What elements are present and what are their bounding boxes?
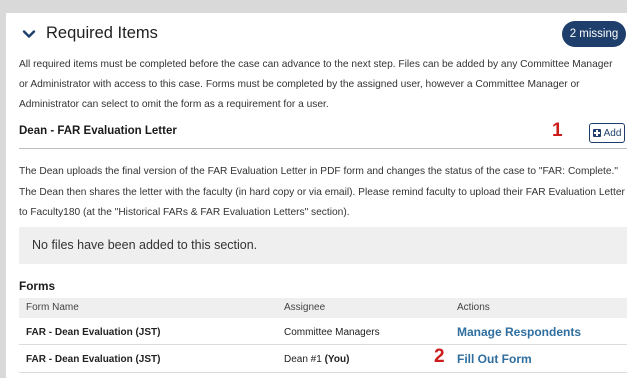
plus-square-icon xyxy=(592,129,601,137)
forms-table-header: Form Name Assignee Actions xyxy=(19,298,627,318)
step-marker-1: 1 xyxy=(552,120,563,141)
column-header-assignee: Assignee xyxy=(284,302,326,313)
section-title: Required Items xyxy=(46,24,158,42)
assignee: Dean #1 (You) xyxy=(284,354,349,365)
assignee: Committee Managers xyxy=(284,327,380,338)
row-divider xyxy=(19,372,627,373)
required-items-header[interactable]: Required Items 2 missing xyxy=(6,13,627,53)
required-items-description: All required items must be completed bef… xyxy=(19,59,613,110)
table-row: FAR - Dean Evaluation (JST) Committee Ma… xyxy=(19,318,627,344)
assignee-you-tag: (You) xyxy=(324,354,350,365)
empty-files-box: No files have been added to this section… xyxy=(19,227,627,264)
assignee-name: Dean #1 xyxy=(284,354,322,365)
empty-files-text: No files have been added to this section… xyxy=(32,238,258,252)
missing-badge: 2 missing xyxy=(562,21,626,47)
fill-out-form-link[interactable]: Fill Out Form xyxy=(457,352,532,366)
required-items-card: Required Items 2 missing All required it… xyxy=(6,13,627,378)
chevron-down-icon[interactable] xyxy=(21,26,37,42)
file-section-description: The Dean uploads the final version of th… xyxy=(19,166,625,218)
step-marker-2: 2 xyxy=(434,346,445,367)
file-section-title: Dean - FAR Evaluation Letter xyxy=(19,125,177,137)
forms-title: Forms xyxy=(19,279,56,293)
table-row: FAR - Dean Evaluation (JST) Dean #1 (You… xyxy=(19,344,627,370)
add-file-button[interactable]: Add xyxy=(589,123,625,143)
form-name: FAR - Dean Evaluation (JST) xyxy=(26,327,161,338)
column-header-actions: Actions xyxy=(457,302,490,313)
form-name: FAR - Dean Evaluation (JST) xyxy=(26,354,161,365)
column-header-form-name: Form Name xyxy=(26,302,79,313)
add-button-label: Add xyxy=(603,127,622,139)
divider xyxy=(19,148,627,149)
manage-respondents-link[interactable]: Manage Respondents xyxy=(457,325,581,339)
